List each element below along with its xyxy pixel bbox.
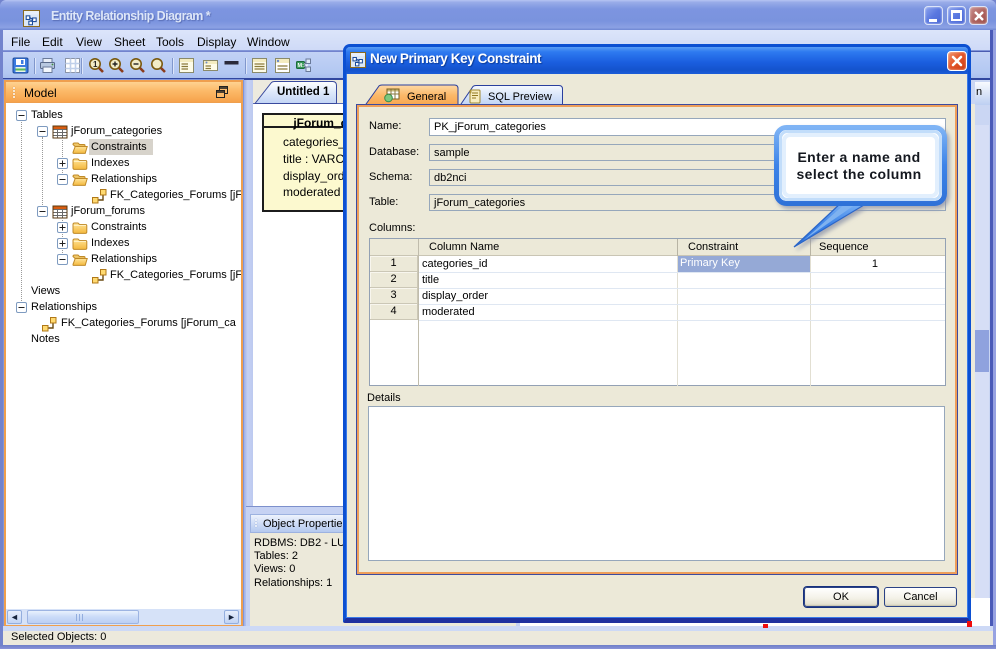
svg-text:1: 1 bbox=[93, 60, 98, 69]
